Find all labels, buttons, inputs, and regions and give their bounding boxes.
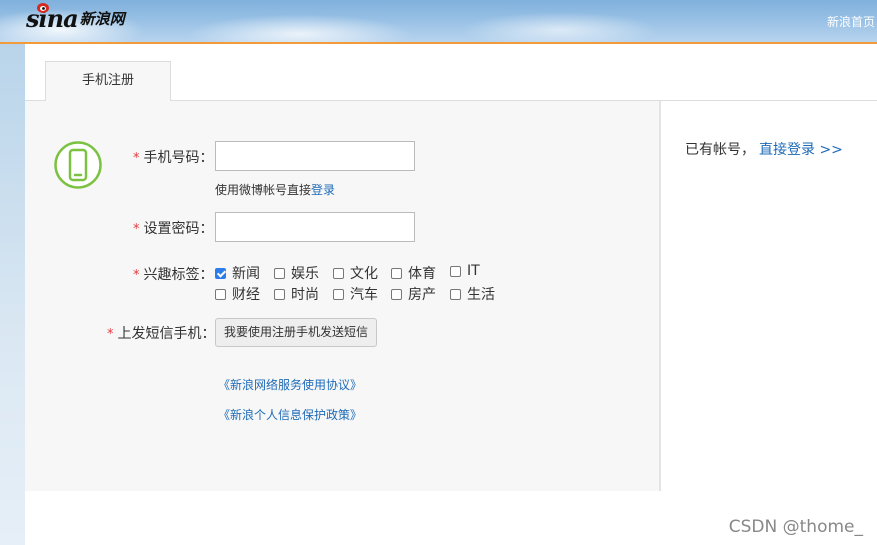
interest-checkbox-fashion[interactable]: 时尚: [274, 284, 319, 304]
phone-label: * 手机号码：: [133, 147, 214, 167]
tab-phone-register[interactable]: 手机注册: [45, 61, 171, 101]
interest-checkbox-culture[interactable]: 文化: [333, 263, 378, 283]
checkbox-label: 生活: [467, 287, 495, 303]
watermark: CSDN @thome_: [728, 517, 863, 537]
checkbox-label: 体育: [408, 266, 436, 282]
checkbox[interactable]: [450, 265, 461, 277]
required-mark: *: [133, 222, 140, 237]
checkbox-label: 时尚: [291, 287, 319, 303]
interest-checkbox-news[interactable]: 新闻: [215, 263, 260, 283]
password-label: * 设置密码：: [133, 218, 214, 238]
hint-login-link[interactable]: 登录: [311, 183, 335, 197]
interest-checkbox-sports[interactable]: 体育: [391, 263, 436, 283]
checkbox[interactable]: [333, 267, 344, 279]
sina-eye-icon: [37, 3, 49, 13]
required-mark: *: [133, 151, 140, 166]
phone-label-text: 手机号码：: [143, 150, 214, 166]
checkbox[interactable]: [391, 288, 402, 300]
already-text: 已有帐号，: [685, 142, 755, 158]
login-hint-text: 使用微博帐号直接: [215, 183, 312, 197]
checkbox-label: 房产: [408, 287, 436, 303]
send-sms-button[interactable]: 我要使用注册手机发送短信: [215, 318, 378, 347]
interest-checkbox-it[interactable]: IT: [450, 263, 480, 279]
logo-text: sina: [26, 4, 79, 33]
left-background-strip: [0, 44, 25, 545]
registration-page: 手机注册 * 手机号码： 使用微博帐号直接登录 * 设置密码： * 兴趣标签： 新闻 …: [25, 44, 877, 545]
login-hint: 使用微博帐号直接登录: [215, 181, 335, 198]
checkbox-label: 财经: [232, 287, 260, 303]
checkbox-label: IT: [467, 263, 480, 279]
interests-label: * 兴趣标签：: [133, 264, 214, 284]
password-label-text: 设置密码：: [143, 221, 214, 237]
phone-input[interactable]: [215, 141, 415, 171]
checkbox[interactable]: [391, 267, 402, 279]
sina-home-link[interactable]: 新浪首页: [827, 13, 875, 30]
checkbox[interactable]: [215, 288, 226, 300]
interest-checkbox-realestate[interactable]: 房产: [391, 284, 436, 304]
checkbox-label: 新闻: [232, 266, 260, 282]
interest-checkbox-finance[interactable]: 财经: [215, 284, 260, 304]
checkbox[interactable]: [450, 288, 461, 300]
already-have-account: 已有帐号， 直接登录 >>: [685, 139, 843, 159]
sms-label: * 上发短信手机：: [107, 323, 216, 343]
checkbox-label: 文化: [350, 266, 378, 282]
tab-bar: 手机注册: [25, 44, 877, 101]
interest-checkbox-life[interactable]: 生活: [450, 284, 495, 304]
interest-checkbox-entertainment[interactable]: 娱乐: [274, 263, 319, 283]
required-mark: *: [107, 327, 114, 342]
privacy-policy-link[interactable]: 《新浪个人信息保护政策》: [218, 406, 362, 423]
logo-cn-text: 新浪网: [79, 10, 125, 28]
mobile-phone-icon: [54, 141, 102, 189]
checkbox-checked[interactable]: [215, 267, 226, 279]
interest-checkbox-auto[interactable]: 汽车: [333, 284, 378, 304]
interests-label-text: 兴趣标签：: [143, 267, 214, 283]
password-input[interactable]: [215, 212, 415, 242]
sina-logo[interactable]: sina 新浪网: [26, 3, 125, 34]
checkbox[interactable]: [274, 267, 285, 279]
checkbox[interactable]: [333, 288, 344, 300]
checkbox[interactable]: [274, 288, 285, 300]
direct-login-link[interactable]: 直接登录 >>: [759, 142, 843, 158]
login-sidebar: 已有帐号， 直接登录 >>: [661, 101, 877, 491]
service-agreement-link[interactable]: 《新浪网络服务使用协议》: [218, 376, 362, 393]
registration-form: * 手机号码： 使用微博帐号直接登录 * 设置密码： * 兴趣标签： 新闻 娱乐 文化…: [25, 101, 660, 491]
required-mark: *: [133, 268, 140, 283]
checkbox-label: 汽车: [350, 287, 378, 303]
checkbox-label: 娱乐: [291, 266, 319, 282]
sms-label-text: 上发短信手机：: [117, 326, 216, 342]
header-banner: sina 新浪网 新浪首页: [0, 0, 877, 44]
